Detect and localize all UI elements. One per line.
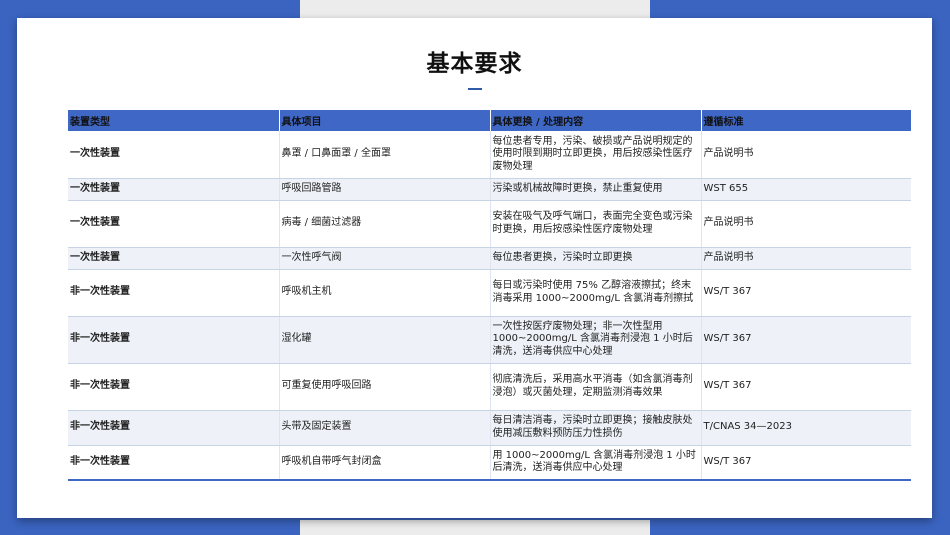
- table-row: 一次性装置 一次性呼气阀 每位患者更换，污染时立即更换 产品说明书: [68, 247, 911, 270]
- cell-standard: 产品说明书: [701, 247, 911, 270]
- cell-standard: WS/T 367: [701, 316, 911, 364]
- cell-content: 每日或污染时使用 75% 乙醇溶液擦拭；终末消毒采用 1000~2000mg/L…: [490, 269, 702, 317]
- header-device-type: 装置类型: [68, 110, 280, 131]
- table-row: 非一次性装置 头带及固定装置 每日清洁消毒，污染时立即更换；接触皮肤处使用减压敷…: [68, 410, 911, 446]
- table-row: 一次性装置 鼻罩 / 口鼻面罩 / 全面罩 每位患者专用，污染、破损或产品说明规…: [68, 131, 911, 179]
- table-row: 非一次性装置 呼吸机主机 每日或污染时使用 75% 乙醇溶液擦拭；终末消毒采用 …: [68, 269, 911, 317]
- requirements-table: 装置类型 具体项目 具体更换 / 处理内容 遵循标准 一次性装置 鼻罩 / 口鼻…: [68, 110, 911, 481]
- cell-item: 一次性呼气阀: [279, 247, 491, 270]
- cell-content: 每位患者更换，污染时立即更换: [490, 247, 702, 270]
- cell-item: 湿化罐: [279, 316, 491, 364]
- cell-content: 每位患者专用，污染、破损或产品说明规定的使用时限到期时立即更换，用后按感染性医疗…: [490, 131, 702, 179]
- cell-type: 非一次性装置: [68, 445, 280, 481]
- table-row: 一次性装置 病毒 / 细菌过滤器 安装在吸气及呼气端口，表面完全变色或污染时更换…: [68, 200, 911, 248]
- header-standard: 遵循标准: [701, 110, 911, 131]
- cell-content: 污染或机械故障时更换，禁止重复使用: [490, 178, 702, 201]
- slide-title: 基本要求: [426, 51, 523, 77]
- header-item: 具体项目: [279, 110, 491, 131]
- title-underline: [468, 88, 482, 90]
- header-content: 具体更换 / 处理内容: [490, 110, 702, 131]
- table-row: 非一次性装置 湿化罐 一次性按医疗废物处理；非一次性型用 1000~2000mg…: [68, 316, 911, 364]
- cell-standard: WS/T 367: [701, 269, 911, 317]
- cell-item: 呼吸机主机: [279, 269, 491, 317]
- cell-content: 安装在吸气及呼气端口，表面完全变色或污染时更换，用后按感染性医疗废物处理: [490, 200, 702, 248]
- cell-type: 非一次性装置: [68, 316, 280, 364]
- cell-type: 一次性装置: [68, 200, 280, 248]
- cell-content: 一次性按医疗废物处理；非一次性型用 1000~2000mg/L 含氯消毒剂浸泡 …: [490, 316, 702, 364]
- table-row: 非一次性装置 可重复使用呼吸回路 彻底清洗后，采用高水平消毒（如含氯消毒剂浸泡）…: [68, 363, 911, 411]
- cell-type: 非一次性装置: [68, 363, 280, 411]
- cell-item: 可重复使用呼吸回路: [279, 363, 491, 411]
- cell-standard: 产品说明书: [701, 131, 911, 179]
- cell-type: 一次性装置: [68, 131, 280, 179]
- cell-standard: 产品说明书: [701, 200, 911, 248]
- cell-item: 鼻罩 / 口鼻面罩 / 全面罩: [279, 131, 491, 179]
- cell-type: 一次性装置: [68, 247, 280, 270]
- background-bottom-panel: [300, 520, 650, 535]
- cell-content: 每日清洁消毒，污染时立即更换；接触皮肤处使用减压敷料预防压力性损伤: [490, 410, 702, 446]
- cell-content: 用 1000~2000mg/L 含氯消毒剂浸泡 1 小时后清洗，送消毒供应中心处…: [490, 445, 702, 481]
- table-header-row: 装置类型 具体项目 具体更换 / 处理内容 遵循标准: [68, 110, 911, 131]
- cell-type: 非一次性装置: [68, 269, 280, 317]
- cell-content: 彻底清洗后，采用高水平消毒（如含氯消毒剂浸泡）或灭菌处理，定期监测消毒效果: [490, 363, 702, 411]
- cell-standard: T/CNAS 34—2023: [701, 410, 911, 446]
- cell-standard: WS/T 367: [701, 445, 911, 481]
- cell-type: 一次性装置: [68, 178, 280, 201]
- table-row: 一次性装置 呼吸回路管路 污染或机械故障时更换，禁止重复使用 WST 655: [68, 178, 911, 201]
- cell-item: 头带及固定装置: [279, 410, 491, 446]
- table-row: 非一次性装置 呼吸机自带呼气封闭盒 用 1000~2000mg/L 含氯消毒剂浸…: [68, 445, 911, 481]
- slide-card: 基本要求 装置类型 具体项目 具体更换 / 处理内容 遵循标准 一次性装置 鼻罩…: [17, 18, 932, 518]
- cell-item: 呼吸机自带呼气封闭盒: [279, 445, 491, 481]
- cell-item: 呼吸回路管路: [279, 178, 491, 201]
- cell-item: 病毒 / 细菌过滤器: [279, 200, 491, 248]
- cell-standard: WST 655: [701, 178, 911, 201]
- cell-standard: WS/T 367: [701, 363, 911, 411]
- background-top-panel: [300, 0, 650, 20]
- cell-type: 非一次性装置: [68, 410, 280, 446]
